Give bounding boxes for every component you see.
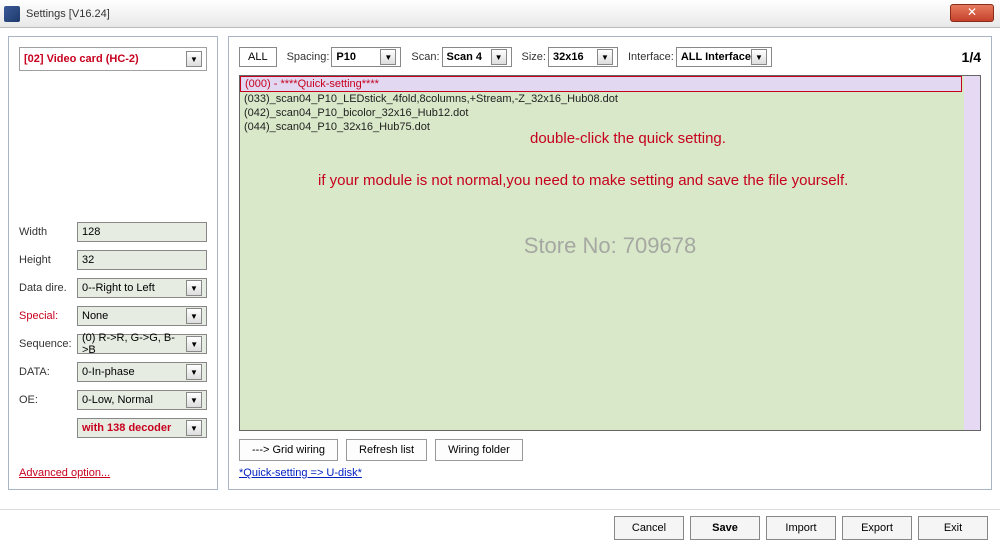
wiring-folder-button[interactable]: Wiring folder bbox=[435, 439, 523, 461]
data-select[interactable]: 0-In-phase▼ bbox=[77, 362, 207, 382]
action-bar: ---> Grid wiring Refresh list Wiring fol… bbox=[239, 439, 981, 461]
titlebar: Settings [V16.24] ✕ bbox=[0, 0, 1000, 28]
height-input[interactable]: 32 bbox=[77, 250, 207, 270]
chevron-down-icon[interactable]: ▼ bbox=[186, 364, 202, 380]
annotation-text: if your module is not normal,you need to… bbox=[318, 170, 954, 191]
chevron-down-icon[interactable]: ▼ bbox=[491, 49, 507, 65]
video-card-select[interactable]: [02] Video card (HC-2) ▼ bbox=[19, 47, 207, 71]
scan-select[interactable]: Scan 4▼ bbox=[442, 47, 512, 67]
refresh-list-button[interactable]: Refresh list bbox=[346, 439, 427, 461]
save-button[interactable]: Save bbox=[690, 516, 760, 540]
width-label: Width bbox=[19, 226, 77, 238]
right-panel: ALL Spacing: P10▼ Scan: Scan 4▼ Size: 32… bbox=[228, 36, 992, 490]
footer: Cancel Save Import Export Exit bbox=[0, 509, 1000, 546]
decoder-select[interactable]: with 138 decoder▼ bbox=[77, 418, 207, 438]
width-input[interactable]: 128 bbox=[77, 222, 207, 242]
cancel-button[interactable]: Cancel bbox=[614, 516, 684, 540]
oe-label: OE: bbox=[19, 394, 77, 406]
watermark: Store No: 709678 bbox=[524, 233, 696, 259]
window-title: Settings [V16.24] bbox=[26, 8, 110, 20]
exit-button[interactable]: Exit bbox=[918, 516, 988, 540]
annotation-text: double-click the quick setting. bbox=[530, 130, 726, 147]
chevron-down-icon[interactable]: ▼ bbox=[186, 392, 202, 408]
filter-bar: ALL Spacing: P10▼ Scan: Scan 4▼ Size: 32… bbox=[239, 47, 981, 67]
data-dire-label: Data dire. bbox=[19, 282, 77, 294]
interface-label: Interface: bbox=[628, 51, 674, 63]
chevron-down-icon[interactable]: ▼ bbox=[186, 308, 202, 324]
size-select[interactable]: 32x16▼ bbox=[548, 47, 618, 67]
sequence-select[interactable]: (0) R->R, G->G, B->B▼ bbox=[77, 334, 207, 354]
video-card-label: [02] Video card (HC-2) bbox=[24, 53, 139, 65]
height-label: Height bbox=[19, 254, 77, 266]
scan-label: Scan: bbox=[411, 51, 439, 63]
interface-select[interactable]: ALL Interface▼ bbox=[676, 47, 772, 67]
list-item[interactable]: (000) - ****Quick-setting**** bbox=[240, 76, 962, 92]
oe-select[interactable]: 0-Low, Normal▼ bbox=[77, 390, 207, 410]
chevron-down-icon[interactable]: ▼ bbox=[186, 51, 202, 67]
data-dire-select[interactable]: 0--Right to Left▼ bbox=[77, 278, 207, 298]
spacing-select[interactable]: P10▼ bbox=[331, 47, 401, 67]
sequence-label: Sequence: bbox=[19, 338, 77, 350]
page-indicator: 1/4 bbox=[962, 49, 981, 65]
import-button[interactable]: Import bbox=[766, 516, 836, 540]
module-list: (000) - ****Quick-setting**** (033)_scan… bbox=[239, 75, 981, 431]
advanced-option-link[interactable]: Advanced option... bbox=[19, 467, 207, 479]
size-label: Size: bbox=[522, 51, 546, 63]
chevron-down-icon[interactable]: ▼ bbox=[380, 49, 396, 65]
list-item[interactable]: (042)_scan04_P10_bicolor_32x16_Hub12.dot bbox=[240, 106, 980, 120]
all-button[interactable]: ALL bbox=[239, 47, 277, 67]
grid-wiring-button[interactable]: ---> Grid wiring bbox=[239, 439, 338, 461]
chevron-down-icon[interactable]: ▼ bbox=[186, 420, 202, 436]
special-select[interactable]: None▼ bbox=[77, 306, 207, 326]
close-button[interactable]: ✕ bbox=[950, 4, 994, 22]
list-item[interactable]: (033)_scan04_P10_LEDstick_4fold,8columns… bbox=[240, 92, 980, 106]
special-label: Special: bbox=[19, 310, 77, 322]
chevron-down-icon[interactable]: ▼ bbox=[186, 336, 202, 352]
data-label: DATA: bbox=[19, 366, 77, 378]
scrollbar[interactable] bbox=[964, 76, 980, 430]
left-panel: [02] Video card (HC-2) ▼ Width 128 Heigh… bbox=[8, 36, 218, 490]
spacing-label: Spacing: bbox=[287, 51, 330, 63]
chevron-down-icon[interactable]: ▼ bbox=[751, 49, 767, 65]
export-button[interactable]: Export bbox=[842, 516, 912, 540]
chevron-down-icon[interactable]: ▼ bbox=[597, 49, 613, 65]
app-icon bbox=[4, 6, 20, 22]
chevron-down-icon[interactable]: ▼ bbox=[186, 280, 202, 296]
quick-setting-link[interactable]: *Quick-setting => U-disk* bbox=[239, 467, 981, 479]
